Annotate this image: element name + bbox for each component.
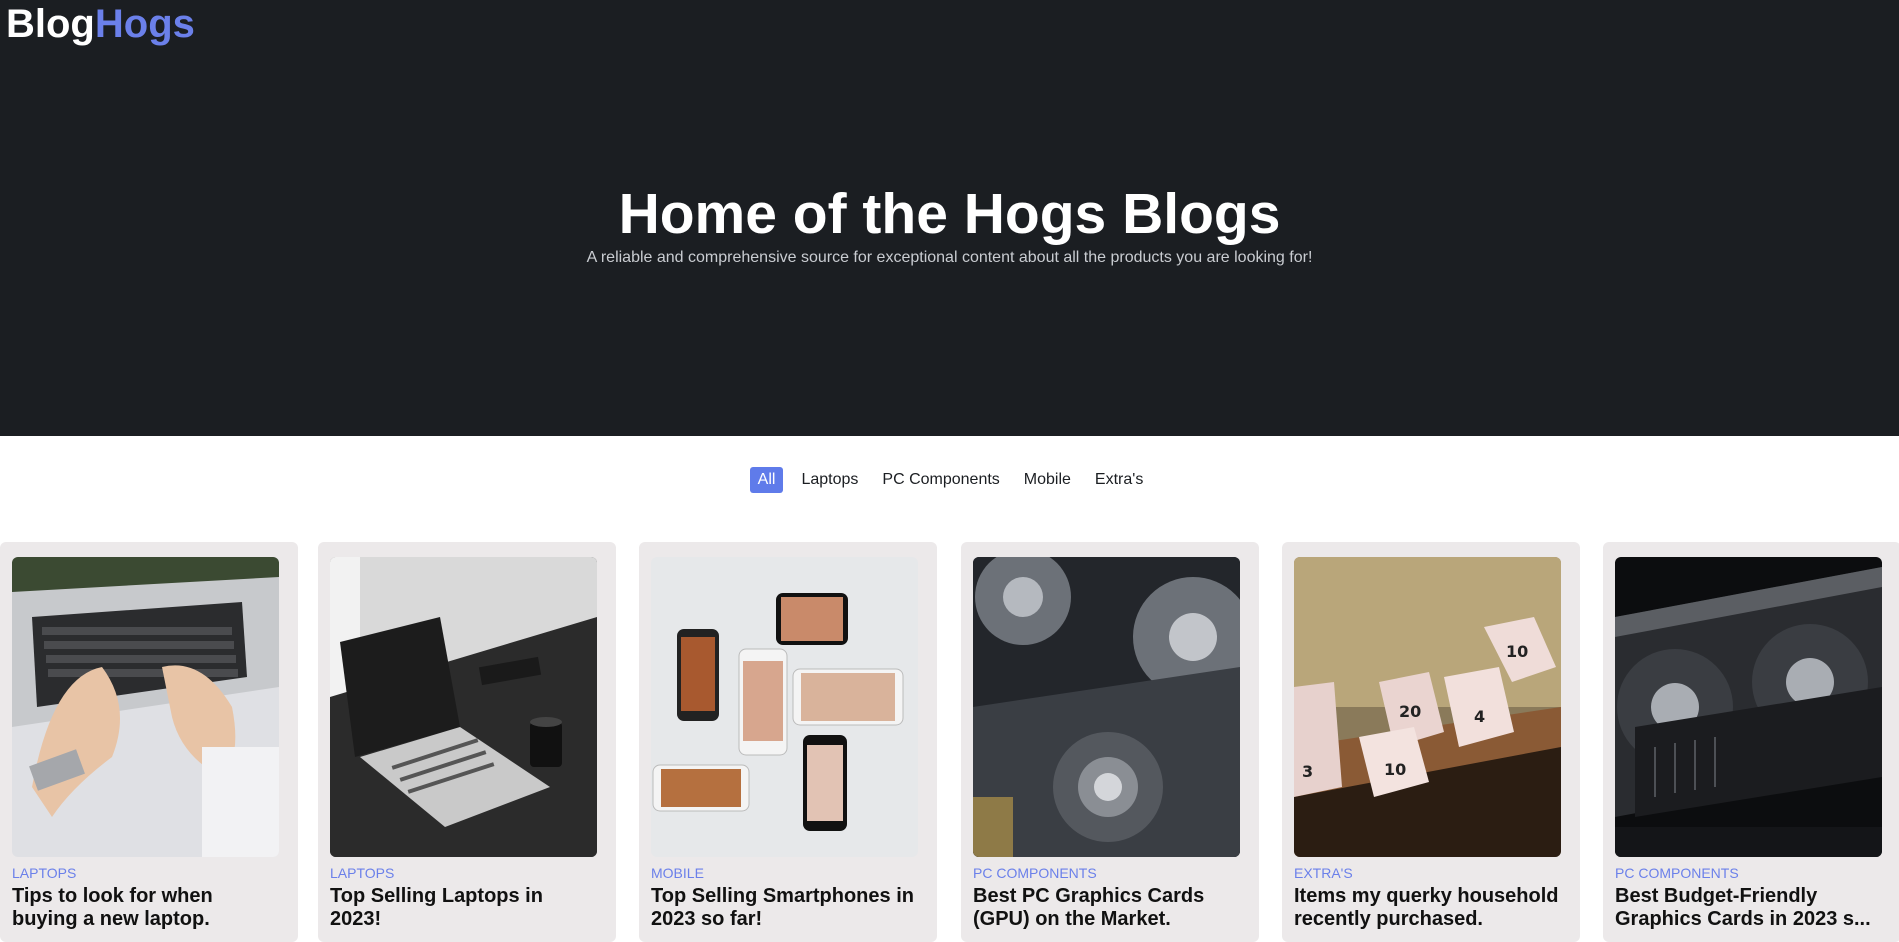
logo-text-blog: Blog [6, 2, 95, 46]
blog-card[interactable]: Mobile Top Selling Smartphones in 2023 s… [639, 542, 937, 942]
card-title[interactable]: Top Selling Smartphones in 2023 so far! [651, 885, 929, 931]
card-category: PC Components [973, 865, 1097, 881]
blog-card[interactable]: Laptops Tips to look for when buying a n… [0, 542, 298, 942]
svg-text:10: 10 [1506, 642, 1528, 661]
hero-banner: BlogHogs Home of the Hogs Blogs A reliab… [0, 0, 1899, 436]
card-category: Laptops [330, 865, 395, 881]
card-category: Mobile [651, 865, 704, 881]
blog-card[interactable]: Laptops Top Selling Laptops in 2023! [318, 542, 616, 942]
card-title[interactable]: Top Selling Laptops in 2023! [330, 885, 608, 931]
blog-card[interactable]: 10 4 20 10 3 Extra's Items my querky hou… [1282, 542, 1580, 942]
logo-text-hogs: Hogs [94, 2, 195, 46]
svg-text:20: 20 [1399, 702, 1421, 721]
monochrome-laptop-desk-photo[interactable] [330, 557, 597, 857]
card-title[interactable]: Tips to look for when buying a new lapto… [12, 885, 290, 931]
site-logo[interactable]: BlogHogs [6, 2, 195, 46]
svg-text:10: 10 [1384, 760, 1406, 779]
card-title[interactable]: Items my querky household recently purch… [1294, 885, 1572, 931]
card-title[interactable]: Best PC Graphics Cards (GPU) on the Mark… [973, 885, 1251, 931]
hero-title: Home of the Hogs Blogs [618, 182, 1281, 246]
filter-extras[interactable]: Extra's [1089, 467, 1149, 493]
smartphones-collage-photo[interactable] [651, 557, 918, 857]
filter-all[interactable]: All [749, 467, 784, 493]
blog-post-grid: Laptops Tips to look for when buying a n… [0, 542, 1899, 942]
filter-laptops[interactable]: Laptops [795, 467, 864, 493]
svg-text:3: 3 [1302, 762, 1313, 781]
dice-on-table-photo[interactable]: 10 4 20 10 3 [1294, 557, 1561, 857]
card-title[interactable]: Best Budget-Friendly Graphics Cards in 2… [1615, 885, 1893, 931]
svg-text:4: 4 [1474, 707, 1485, 726]
blog-card[interactable]: PC Components Best Budget-Friendly Graph… [1603, 542, 1899, 942]
blog-card[interactable]: PC Components Best PC Graphics Cards (GP… [961, 542, 1259, 942]
card-category: Extra's [1294, 865, 1353, 881]
card-category: Laptops [12, 865, 77, 881]
filter-pc-components[interactable]: PC Components [876, 467, 1005, 493]
hands-typing-laptop-photo[interactable] [12, 557, 279, 857]
graphics-card-dark-photo[interactable] [1615, 557, 1882, 857]
graphics-card-closeup-photo[interactable] [973, 557, 1240, 857]
category-filter-bar: All Laptops PC Components Mobile Extra's [0, 466, 1899, 494]
card-category: PC Components [1615, 865, 1739, 881]
hero-subtitle: A reliable and comprehensive source for … [586, 249, 1313, 266]
filter-mobile[interactable]: Mobile [1018, 467, 1077, 493]
